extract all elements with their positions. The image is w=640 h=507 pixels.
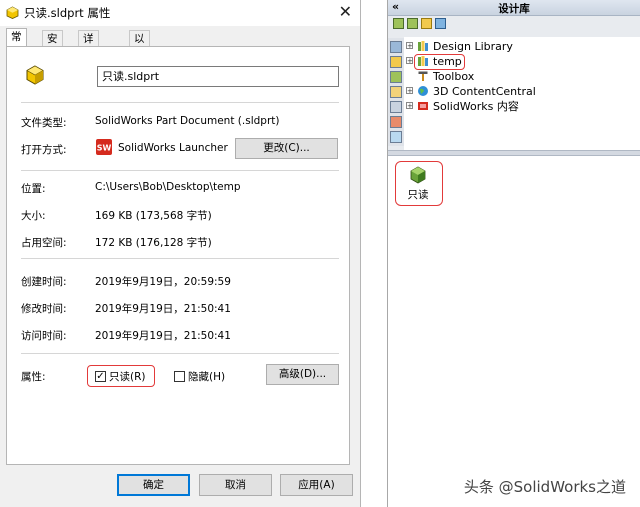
design-library-pane: « 设计库 + Design Library + temp Toolbox + …	[387, 0, 640, 507]
dialog-title: 只读.sldprt 属性	[24, 6, 111, 20]
created-label: 创建时间:	[21, 276, 67, 288]
library-icon	[418, 41, 428, 51]
task-pane-tabs	[388, 38, 404, 146]
custom-properties-tab-icon[interactable]	[390, 131, 402, 143]
globe-icon	[418, 86, 428, 96]
add-to-library-icon[interactable]	[393, 18, 404, 29]
attributes-label: 属性:	[21, 371, 46, 383]
preview-item-readonly[interactable]: 只读	[396, 162, 440, 203]
disk-size-value: 172 KB (176,128 字节)	[95, 237, 212, 249]
close-button[interactable]: ✕	[339, 2, 352, 22]
hidden-label[interactable]: 隐藏(H)	[188, 369, 225, 384]
general-panel: 只读.sldprt 文件类型: SolidWorks Part Document…	[6, 46, 350, 465]
tab-security[interactable]: 安全	[42, 30, 63, 61]
accessed-value: 2019年9月19日，21:50:41	[95, 330, 231, 342]
add-file-location-icon[interactable]	[407, 18, 418, 29]
change-button[interactable]: 更改(C)...	[235, 138, 338, 159]
file-type-value: SolidWorks Part Document (.sldprt)	[95, 115, 280, 127]
toolbox-icon	[418, 71, 428, 81]
size-label: 大小:	[21, 210, 46, 222]
size-value: 169 KB (173,568 字节)	[95, 210, 212, 222]
accessed-label: 访问时间:	[21, 330, 67, 342]
ok-button[interactable]: 确定	[117, 474, 190, 496]
resources-tab-icon[interactable]	[390, 41, 402, 53]
dialog-titlebar[interactable]: 只读.sldprt 属性 ✕	[0, 0, 360, 26]
location-value: C:\Users\Bob\Desktop\temp	[95, 181, 241, 193]
svg-text:SW: SW	[97, 144, 112, 153]
readonly-label[interactable]: 只读(R)	[109, 369, 146, 384]
design-library-tab-icon[interactable]	[390, 71, 402, 83]
solidworks-content-icon	[418, 102, 428, 110]
part-file-icon	[6, 6, 19, 19]
preview-item-label: 只读	[407, 189, 429, 201]
watermark: 头条 @SolidWorks之道	[463, 478, 626, 496]
created-value: 2019年9月19日，20:59:59	[95, 276, 231, 288]
create-folder-icon[interactable]	[421, 18, 432, 29]
solidworks-launcher-icon: SW	[96, 139, 112, 155]
divider	[21, 353, 339, 354]
refresh-icon[interactable]	[435, 18, 446, 29]
modified-label: 修改时间:	[21, 303, 67, 315]
divider	[21, 258, 339, 259]
tab-details[interactable]: 详细信息	[78, 30, 99, 93]
hidden-checkbox[interactable]	[174, 371, 185, 382]
apply-button[interactable]: 应用(A)	[280, 474, 353, 496]
readonly-checkbox[interactable]: ✓	[95, 371, 106, 382]
design-library-title: 设计库	[498, 3, 530, 15]
open-with-label: 打开方式:	[21, 144, 67, 156]
divider	[21, 102, 339, 103]
expand-icon[interactable]: +	[406, 57, 413, 65]
expand-icon[interactable]: +	[406, 102, 413, 110]
home-tab-icon[interactable]	[390, 56, 402, 68]
file-name-input[interactable]: 只读.sldprt	[97, 66, 339, 87]
file-explorer-tab-icon[interactable]	[390, 86, 402, 98]
divider	[21, 170, 339, 171]
tab-general[interactable]: 常规	[6, 28, 27, 59]
temp-highlight	[414, 54, 465, 70]
part-file-large-icon	[26, 65, 44, 85]
disk-size-label: 占用空间:	[21, 237, 67, 249]
location-label: 位置:	[21, 183, 46, 195]
design-library-header: « 设计库	[388, 0, 640, 16]
properties-dialog: 只读.sldprt 属性 ✕ 常规 安全 详细信息 以前的版本 只读.sldpr…	[0, 0, 361, 507]
advanced-button[interactable]: 高级(D)...	[266, 364, 339, 385]
expand-icon[interactable]: +	[406, 42, 413, 50]
cancel-button[interactable]: 取消	[199, 474, 272, 496]
library-tree: + Design Library + temp Toolbox + 3D Con…	[404, 37, 640, 150]
modified-value: 2019年9月19日，21:50:41	[95, 303, 231, 315]
open-with-value: SolidWorks Launcher	[118, 142, 228, 154]
part-icon	[410, 166, 426, 184]
appearances-tab-icon[interactable]	[390, 116, 402, 128]
tab-previous-versions[interactable]: 以前的版本	[129, 30, 150, 109]
expand-icon[interactable]: +	[406, 87, 413, 95]
view-palette-tab-icon[interactable]	[390, 101, 402, 113]
file-type-label: 文件类型:	[21, 117, 67, 129]
library-preview-area: 只读	[388, 156, 640, 507]
